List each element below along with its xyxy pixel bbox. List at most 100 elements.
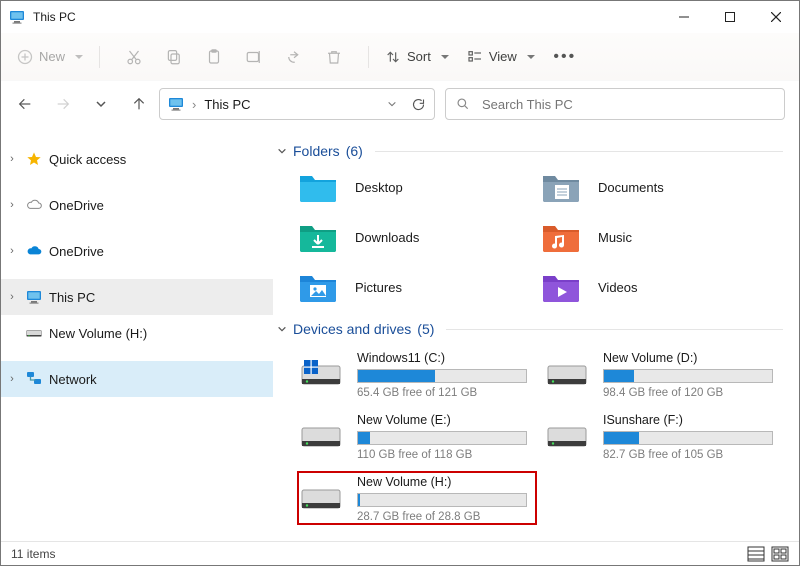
sidebar-item-network[interactable]: › Network — [1, 361, 273, 397]
this-pc-icon — [23, 289, 45, 305]
drive-d[interactable]: New Volume (D:) 98.4 GB free of 120 GB — [543, 347, 783, 401]
onedrive-icon — [23, 245, 45, 257]
folder-downloads[interactable]: Downloads — [297, 219, 540, 255]
chevron-right-icon[interactable]: › — [5, 199, 19, 211]
folder-label: Music — [598, 230, 632, 245]
sidebar-item-quick-access[interactable]: › Quick access — [1, 141, 273, 177]
folder-pictures-icon — [297, 269, 339, 305]
delete-button[interactable] — [316, 39, 352, 75]
maximize-button[interactable] — [707, 1, 753, 33]
sidebar-item-onedrive-cloud[interactable]: › OneDrive — [1, 233, 273, 269]
rename-button[interactable] — [236, 39, 272, 75]
sort-button-label: Sort — [407, 49, 431, 64]
chevron-right-icon[interactable]: › — [5, 291, 19, 303]
drive-h[interactable]: New Volume (H:) 28.7 GB free of 28.8 GB — [297, 471, 537, 525]
drive-c[interactable]: Windows11 (C:) 65.4 GB free of 121 GB — [297, 347, 537, 401]
search-box[interactable] — [445, 88, 785, 120]
chevron-right-icon[interactable]: › — [5, 373, 19, 385]
toolbar: New Sort View ••• — [1, 33, 799, 81]
chevron-down-icon — [277, 146, 287, 156]
folder-videos[interactable]: Videos — [540, 269, 783, 305]
address-dropdown-icon[interactable] — [387, 99, 397, 109]
drive-icon — [23, 327, 45, 339]
drive-usage-bar — [357, 493, 527, 507]
view-large-icons-button[interactable] — [771, 546, 789, 562]
folder-label: Documents — [598, 180, 664, 195]
sidebar-item-onedrive[interactable]: › OneDrive — [1, 187, 273, 223]
share-button[interactable] — [276, 39, 312, 75]
copy-button[interactable] — [156, 39, 192, 75]
sidebar-item-label: New Volume (H:) — [49, 326, 147, 341]
window-controls — [661, 1, 799, 33]
folder-music[interactable]: Music — [540, 219, 783, 255]
forward-button[interactable] — [53, 94, 73, 114]
status-item-count: 11 items — [11, 547, 55, 561]
drive-icon — [545, 357, 589, 391]
navigation-pane: › Quick access › OneDrive › OneDrive › T… — [1, 127, 273, 541]
address-location[interactable]: This PC — [204, 97, 250, 112]
chevron-down-icon — [277, 324, 287, 334]
section-header-folders[interactable]: Folders (6) — [277, 137, 783, 167]
drive-label: New Volume (D:) — [603, 351, 777, 369]
up-button[interactable] — [129, 94, 149, 114]
sidebar-item-label: Quick access — [49, 152, 126, 167]
onedrive-outline-icon — [23, 199, 45, 211]
window-title: This PC — [33, 10, 76, 24]
new-button[interactable]: New — [11, 39, 89, 75]
title-bar: This PC — [1, 1, 799, 33]
status-bar: 11 items — [1, 541, 799, 565]
address-bar[interactable]: › This PC — [159, 88, 435, 120]
folder-videos-icon — [540, 269, 582, 305]
section-header-drives[interactable]: Devices and drives (5) — [277, 315, 783, 345]
sidebar-item-new-volume-h[interactable]: New Volume (H:) — [1, 315, 273, 351]
paste-button[interactable] — [196, 39, 232, 75]
view-button[interactable]: View — [461, 39, 541, 75]
star-icon — [23, 151, 45, 167]
sidebar-item-this-pc[interactable]: › This PC — [1, 279, 273, 315]
back-button[interactable] — [15, 94, 35, 114]
sidebar-item-label: OneDrive — [49, 244, 104, 259]
folders-grid: Desktop Documents Downloads Music Pictur… — [277, 167, 783, 315]
refresh-button[interactable] — [411, 97, 426, 112]
cut-button[interactable] — [116, 39, 152, 75]
chevron-right-icon[interactable]: › — [5, 153, 19, 165]
drive-usage-bar — [357, 431, 527, 445]
folder-pictures[interactable]: Pictures — [297, 269, 540, 305]
drive-label: Windows11 (C:) — [357, 351, 531, 369]
search-icon — [456, 97, 470, 111]
view-details-button[interactable] — [747, 546, 765, 562]
close-button[interactable] — [753, 1, 799, 33]
drive-usage-bar — [603, 369, 773, 383]
folder-icon — [297, 169, 339, 205]
recent-locations-button[interactable] — [91, 94, 111, 114]
breadcrumb-separator-icon: › — [192, 97, 196, 112]
navigation-row: › This PC — [1, 81, 799, 127]
folder-label: Pictures — [355, 280, 402, 295]
section-count: (6) — [346, 143, 363, 159]
content-body: › Quick access › OneDrive › OneDrive › T… — [1, 127, 799, 541]
chevron-right-icon[interactable]: › — [5, 245, 19, 257]
drive-free-text: 65.4 GB free of 121 GB — [357, 383, 531, 399]
folder-desktop[interactable]: Desktop — [297, 169, 540, 205]
this-pc-icon — [9, 9, 25, 25]
drive-icon — [299, 419, 343, 453]
os-drive-icon — [299, 357, 343, 391]
folder-downloads-icon — [297, 219, 339, 255]
drive-usage-bar — [603, 431, 773, 445]
drive-e[interactable]: New Volume (E:) 110 GB free of 118 GB — [297, 409, 537, 463]
toolbar-separator — [368, 46, 369, 68]
view-button-label: View — [489, 49, 517, 64]
search-input[interactable] — [480, 96, 774, 113]
folder-label: Videos — [598, 280, 638, 295]
folder-documents-icon — [540, 169, 582, 205]
sidebar-item-label: OneDrive — [49, 198, 104, 213]
minimize-button[interactable] — [661, 1, 707, 33]
drive-f[interactable]: ISunshare (F:) 82.7 GB free of 105 GB — [543, 409, 783, 463]
drive-free-text: 82.7 GB free of 105 GB — [603, 445, 777, 461]
drive-usage-bar — [357, 369, 527, 383]
folder-documents[interactable]: Documents — [540, 169, 783, 205]
section-title: Devices and drives — [293, 321, 411, 337]
sort-button[interactable]: Sort — [379, 39, 455, 75]
more-button[interactable]: ••• — [547, 39, 583, 75]
this-pc-icon — [168, 96, 184, 112]
